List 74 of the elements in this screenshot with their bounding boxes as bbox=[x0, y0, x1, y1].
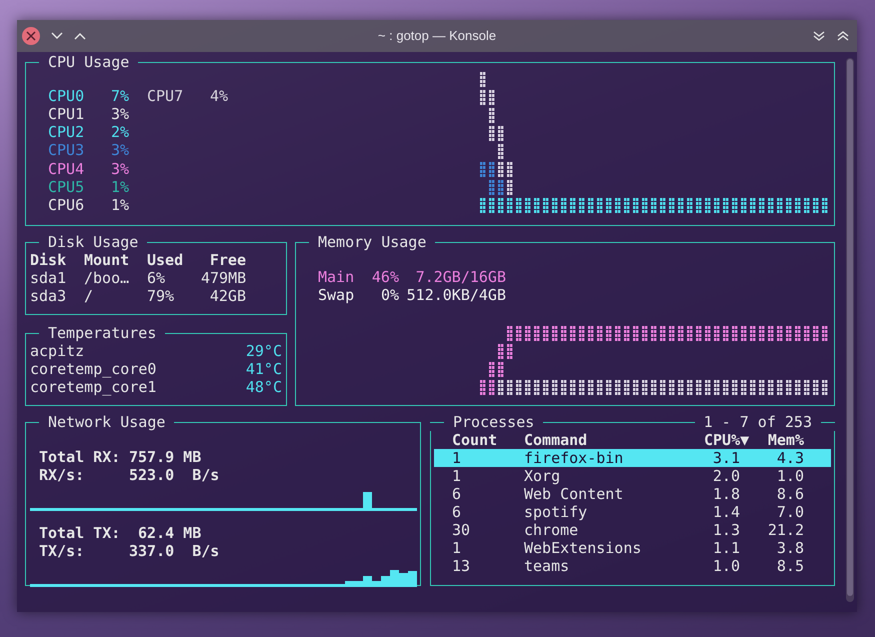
cpu-percent: 1% bbox=[110, 196, 129, 214]
memory-label: Swap bbox=[318, 286, 356, 304]
temperature-value: 48°C bbox=[246, 378, 282, 396]
column-header[interactable]: Command bbox=[524, 431, 704, 449]
memory-amount: 7.2GB/16GB bbox=[414, 268, 506, 286]
column-header[interactable]: Count bbox=[434, 431, 524, 449]
temperature-value: 29°C bbox=[246, 342, 282, 360]
process-row[interactable]: 6 Web Content 1.8 8.6 bbox=[434, 485, 831, 503]
cpu-percent: 2% bbox=[110, 123, 129, 142]
cpu-label: CPU5 bbox=[48, 178, 86, 196]
cpu-label: CPU7 bbox=[147, 87, 184, 106]
panel-title: Disk Usage bbox=[47, 233, 140, 251]
table-cell-text: sda3 bbox=[30, 287, 68, 305]
network-value: 337.0 B/s bbox=[129, 542, 220, 560]
table-cell-text: sda1 bbox=[30, 269, 68, 287]
column-header: Disk bbox=[30, 251, 68, 269]
process-row[interactable]: 1 firefox-bin 3.1 4.3 bbox=[434, 449, 831, 467]
cpu-label: CPU1 bbox=[48, 105, 86, 124]
cpu-label: CPU2 bbox=[48, 123, 86, 142]
chevron-down-icon bbox=[51, 32, 63, 40]
table-cell-text: / bbox=[84, 287, 94, 305]
process-row[interactable]: 1 WebExtensions 1.1 3.8 bbox=[434, 539, 831, 557]
panel-title: CPU Usage bbox=[47, 53, 130, 71]
table-cell-text: 79% bbox=[147, 287, 176, 305]
cpu-percent: 4% bbox=[208, 87, 228, 106]
cpu-percent: 1% bbox=[110, 178, 129, 196]
double-chevron-down-icon bbox=[813, 30, 825, 42]
cpu-percent: 3% bbox=[110, 141, 129, 160]
table-cell: 479MB bbox=[201, 269, 246, 287]
cpu-percent: 3% bbox=[110, 105, 129, 124]
column-header[interactable]: CPU%▼ bbox=[704, 431, 749, 449]
table-cell-text: 42GB bbox=[208, 287, 246, 305]
process-row[interactable]: 1 Xorg 2.0 1.0 bbox=[434, 467, 831, 485]
sensor-name: acpitz bbox=[30, 342, 84, 360]
panel-title: Temperatures bbox=[47, 324, 158, 342]
close-icon bbox=[26, 31, 36, 41]
sensor-name: coretemp_core0 bbox=[30, 360, 156, 378]
process-range: 1 - 7 of 253 bbox=[702, 413, 813, 431]
cpu-percent: 3% bbox=[110, 160, 129, 178]
cpu-label: CPU6 bbox=[48, 196, 86, 214]
column-header: Used bbox=[147, 251, 184, 269]
cpu-label: CPU0 bbox=[48, 87, 86, 106]
cpu-label: CPU3 bbox=[48, 141, 86, 160]
memory-label: Main bbox=[318, 268, 356, 286]
process-row[interactable]: 6 spotify 1.4 7.0 bbox=[434, 503, 831, 521]
cpu-label: CPU4 bbox=[48, 160, 86, 178]
network-value: 523.0 B/s bbox=[129, 466, 220, 484]
memory-percent: 0% bbox=[380, 286, 399, 304]
table-cell-text: /boo… bbox=[84, 269, 130, 287]
memory-percent: 46% bbox=[370, 268, 399, 286]
network-value: 62.4 MB bbox=[137, 524, 202, 542]
column-header: Free bbox=[208, 251, 246, 269]
cpu-percent: 7% bbox=[110, 87, 129, 106]
network-label: Total TX: bbox=[39, 524, 122, 542]
network-label: RX/s: bbox=[39, 466, 86, 484]
column-header: Mount bbox=[84, 251, 130, 269]
table-cell-text: 6% bbox=[147, 269, 166, 287]
process-row[interactable]: 13 teams 1.0 8.5 bbox=[434, 557, 831, 575]
network-label: TX/s: bbox=[39, 542, 86, 560]
temperature-value: 41°C bbox=[246, 360, 282, 378]
sensor-name: coretemp_core1 bbox=[30, 378, 156, 396]
network-label: Total RX: bbox=[39, 448, 122, 466]
panel-title: Network Usage bbox=[47, 413, 166, 431]
panel-title: Memory Usage bbox=[317, 233, 428, 251]
panel-title: Processes bbox=[452, 413, 536, 431]
double-chevron-up-icon bbox=[837, 30, 849, 42]
process-row[interactable]: 30 chrome 1.3 21.2 bbox=[434, 521, 831, 539]
close-button[interactable] bbox=[22, 27, 40, 45]
column-header[interactable]: Mem% bbox=[759, 431, 804, 449]
window-title: ~ : gotop — Konsole bbox=[378, 27, 496, 46]
chevron-up-icon bbox=[74, 32, 86, 40]
scrollbar-thumb[interactable] bbox=[847, 59, 853, 596]
network-value: 757.9 MB bbox=[129, 448, 202, 466]
memory-amount: 512.0KB/4GB bbox=[406, 286, 506, 304]
